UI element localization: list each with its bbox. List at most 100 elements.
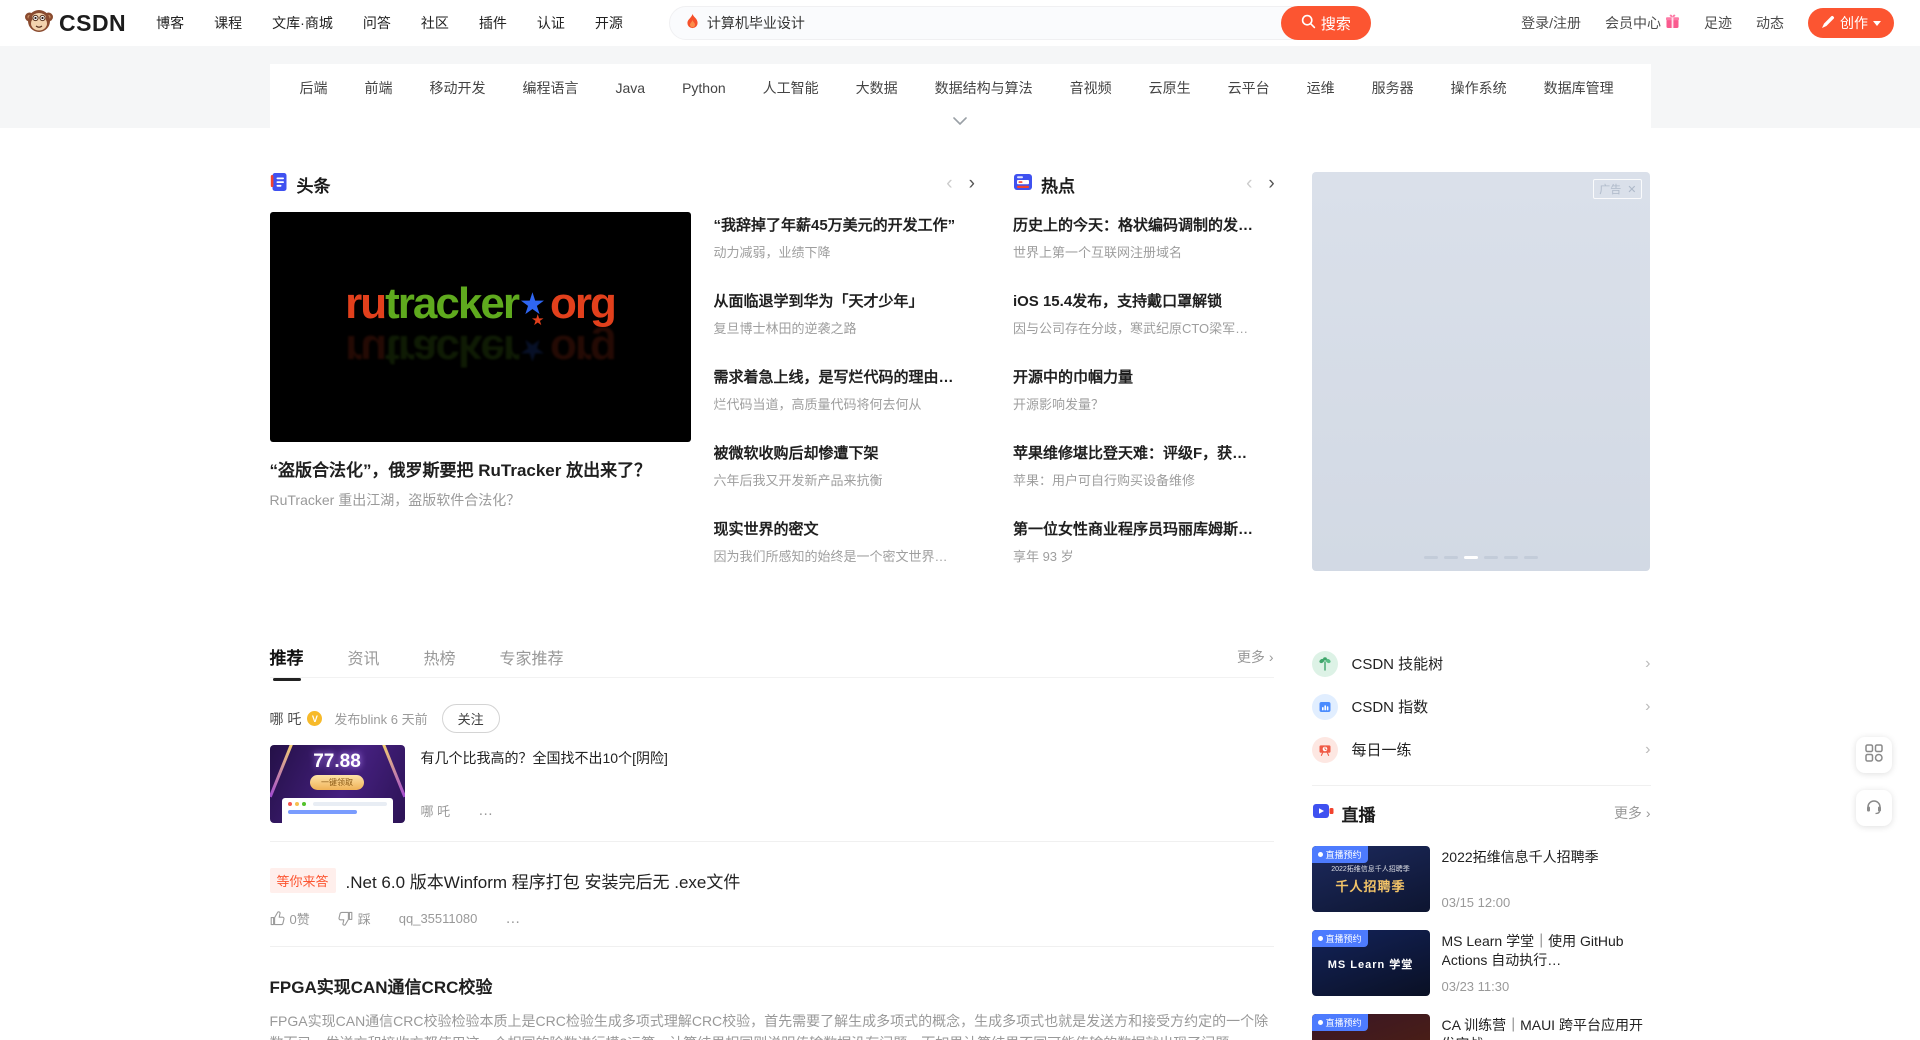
carousel-dot-active[interactable] — [1464, 556, 1478, 559]
nav-plugins[interactable]: 插件 — [479, 13, 507, 33]
follow-button[interactable]: 关注 — [442, 704, 500, 733]
vip-center-link[interactable]: 会员中心 — [1605, 13, 1680, 33]
headline-item[interactable]: 被微软收购后却惨遭下架 六年后我又开发新产品来抗衡 — [714, 442, 975, 489]
tab-hotlist[interactable]: 热榜 — [424, 645, 456, 669]
feed-post-question[interactable]: 等你来答 .Net 6.0 版本Winform 程序打包 安装完后无 .exe文… — [270, 842, 1274, 947]
hotspots-prev-button[interactable]: ‹ — [1246, 172, 1252, 196]
headline-item[interactable]: “我辞掉了年薪45万美元的开发工作” 动力减弱，业绩下降 — [714, 214, 975, 261]
cat-bigdata[interactable]: 大数据 — [856, 78, 898, 98]
cat-server[interactable]: 服务器 — [1372, 78, 1414, 98]
post-author[interactable]: 哪 吒 — [270, 709, 302, 729]
sidebar-item-index[interactable]: CSDN 指数 › — [1312, 685, 1651, 728]
customer-service-button[interactable] — [1856, 790, 1892, 826]
question-title[interactable]: .Net 6.0 版本Winform 程序打包 安装完后无 .exe文件 — [346, 868, 741, 893]
footprint-link[interactable]: 足迹 — [1704, 13, 1732, 33]
live-more-link[interactable]: 更多 › — [1614, 803, 1651, 823]
headline-item[interactable]: 现实世界的密文 因为我们所感知的始终是一个密文世界… — [714, 518, 975, 565]
category-expand-toggle[interactable] — [270, 112, 1651, 128]
login-register-link[interactable]: 登录/注册 — [1521, 13, 1581, 33]
hotspot-item[interactable]: 历史上的今天：格状编码调制的发… 世界上第一个互联网注册域名 — [1013, 214, 1275, 261]
live-item-title[interactable]: 2022拓维信息千人招聘季 — [1442, 848, 1599, 867]
cat-languages[interactable]: 编程语言 — [523, 78, 579, 98]
cat-audiovideo[interactable]: 音视频 — [1070, 78, 1112, 98]
feature-story[interactable]: rutracker★★org rutracker★org “盗版合法化”，俄罗斯… — [270, 212, 691, 594]
feature-title[interactable]: “盗版合法化”，俄罗斯要把 RuTracker 放出来了？ — [270, 456, 691, 481]
feature-image[interactable]: rutracker★★org rutracker★org — [270, 212, 691, 442]
live-item-title[interactable]: CA 训练营｜MAUI 跨平台应用开发实战 — [1442, 1016, 1651, 1040]
live-item[interactable]: 直播预约 CA训练营 CA 训练营｜MAUI 跨平台应用开发实战 — [1312, 1014, 1651, 1040]
nav-blog[interactable]: 博客 — [156, 13, 184, 33]
sidebar-item-daily-practice[interactable]: 每日一练 › — [1312, 728, 1651, 771]
feed-post-user[interactable]: 哪 吒 V 发布blink 6 天前 关注 77.88 一键领取 — [270, 678, 1274, 842]
nav-library-mall[interactable]: 文库·商城 — [272, 13, 333, 33]
ad-close-icon[interactable]: ✕ — [1627, 183, 1636, 196]
headlines-next-button[interactable]: › — [969, 172, 975, 196]
live-item-title[interactable]: MS Learn 学堂｜使用 GitHub Actions 自动执行… — [1442, 932, 1651, 970]
cat-mobile[interactable]: 移动开发 — [430, 78, 486, 98]
cat-frontend[interactable]: 前端 — [365, 78, 393, 98]
cat-python[interactable]: Python — [682, 80, 726, 96]
search-bar[interactable]: 计算机毕业设计 搜索 — [669, 6, 1371, 40]
nav-community[interactable]: 社区 — [421, 13, 449, 33]
search-button[interactable]: 搜索 — [1281, 6, 1371, 40]
tab-experts[interactable]: 专家推荐 — [500, 645, 564, 669]
tab-news[interactable]: 资讯 — [348, 645, 380, 669]
feed-post-article[interactable]: FPGA实现CAN通信CRC校验 FPGA实现CAN通信CRC校验检验本质上是C… — [270, 947, 1274, 1040]
live-thumbnail[interactable]: 直播预约 MS Learn 学堂 — [1312, 930, 1430, 996]
headlines-prev-button[interactable]: ‹ — [946, 172, 952, 196]
dislike-button[interactable]: 踩 — [338, 909, 371, 928]
like-button[interactable]: 0赞 — [270, 909, 310, 928]
cat-backend[interactable]: 后端 — [300, 78, 328, 98]
cat-os[interactable]: 操作系统 — [1451, 78, 1507, 98]
live-thumbnail[interactable]: 直播预约 CA训练营 — [1312, 1014, 1430, 1040]
carousel-dot[interactable] — [1424, 556, 1438, 559]
search-current-query[interactable]: 计算机毕业设计 — [686, 13, 805, 33]
carousel-dot[interactable] — [1444, 556, 1458, 559]
cat-ai[interactable]: 人工智能 — [763, 78, 819, 98]
nav-qa[interactable]: 问答 — [363, 13, 391, 33]
promo-claim-button[interactable]: 一键领取 — [310, 775, 364, 790]
post-promo-image[interactable]: 77.88 一键领取 — [270, 745, 405, 823]
moments-link[interactable]: 动态 — [1756, 13, 1784, 33]
mini-app-button[interactable] — [1856, 737, 1892, 773]
nav-certification[interactable]: 认证 — [537, 13, 565, 33]
nav-courses[interactable]: 课程 — [214, 13, 242, 33]
headline-item-title[interactable]: 从面临退学到华为「天才少年」 — [714, 290, 975, 311]
hotspot-item[interactable]: 苹果维修堪比登天难：评级F，获… 苹果：用户可自行购买设备维修 — [1013, 442, 1275, 489]
hotspot-item-title[interactable]: 历史上的今天：格状编码调制的发… — [1013, 214, 1275, 235]
carousel-dot[interactable] — [1484, 556, 1498, 559]
cat-cloudnative[interactable]: 云原生 — [1149, 78, 1191, 98]
headline-item-title[interactable]: 被微软收购后却惨遭下架 — [714, 442, 975, 463]
cat-datastructures[interactable]: 数据结构与算法 — [935, 78, 1033, 98]
sidebar-item-skill-tree[interactable]: CSDN 技能树 › — [1312, 642, 1651, 685]
headline-item-title[interactable]: 需求着急上线，是写烂代码的理由… — [714, 366, 975, 387]
live-thumbnail[interactable]: 直播预约 2022拓维信息千人招聘季 千人招聘季 — [1312, 846, 1430, 912]
feed-more-link[interactable]: 更多 › — [1237, 647, 1274, 667]
hotspot-item-title[interactable]: 苹果维修堪比登天难：评级F，获… — [1013, 442, 1275, 463]
hotspot-item[interactable]: 开源中的巾帼力量 开源影响发量？ — [1013, 366, 1275, 413]
hotspot-item-title[interactable]: iOS 15.4发布，支持戴口罩解锁 — [1013, 290, 1275, 311]
hotspot-item[interactable]: iOS 15.4发布，支持戴口罩解锁 因与公司存在分歧，寒武纪原CTO梁军… — [1013, 290, 1275, 337]
cat-cloudplatform[interactable]: 云平台 — [1228, 78, 1270, 98]
csdn-logo[interactable]: CSDN — [24, 6, 126, 41]
hotspot-item[interactable]: 第一位女性商业程序员玛丽库姆斯… 享年 93 岁 — [1013, 518, 1275, 565]
cat-database[interactable]: 数据库管理 — [1544, 78, 1614, 98]
nav-opensource[interactable]: 开源 — [595, 13, 623, 33]
headline-item-title[interactable]: 现实世界的密文 — [714, 518, 975, 539]
headline-item-title[interactable]: “我辞掉了年薪45万美元的开发工作” — [714, 214, 975, 235]
post-footer-author[interactable]: 哪 吒 — [421, 801, 451, 820]
post-text[interactable]: 有几个比我高的？全国找不出10个[阴险] — [421, 748, 668, 768]
live-item[interactable]: 直播预约 MS Learn 学堂 MS Learn 学堂｜使用 GitHub A… — [1312, 930, 1651, 996]
carousel-dot[interactable] — [1504, 556, 1518, 559]
hotspots-next-button[interactable]: › — [1268, 172, 1274, 196]
hotspot-item-title[interactable]: 第一位女性商业程序员玛丽库姆斯… — [1013, 518, 1275, 539]
headline-item[interactable]: 从面临退学到华为「天才少年」 复旦博士林田的逆袭之路 — [714, 290, 975, 337]
carousel-dot[interactable] — [1524, 556, 1538, 559]
create-button[interactable]: 创作 — [1808, 8, 1894, 38]
hotspot-item-title[interactable]: 开源中的巾帼力量 — [1013, 366, 1275, 387]
live-item[interactable]: 直播预约 2022拓维信息千人招聘季 千人招聘季 2022拓维信息千人招聘季 0… — [1312, 846, 1651, 912]
question-author[interactable]: qq_35511080 — [399, 911, 478, 926]
cat-java[interactable]: Java — [616, 80, 646, 96]
more-options-icon[interactable]: … — [478, 802, 495, 819]
article-title[interactable]: FPGA实现CAN通信CRC校验 — [270, 978, 493, 997]
